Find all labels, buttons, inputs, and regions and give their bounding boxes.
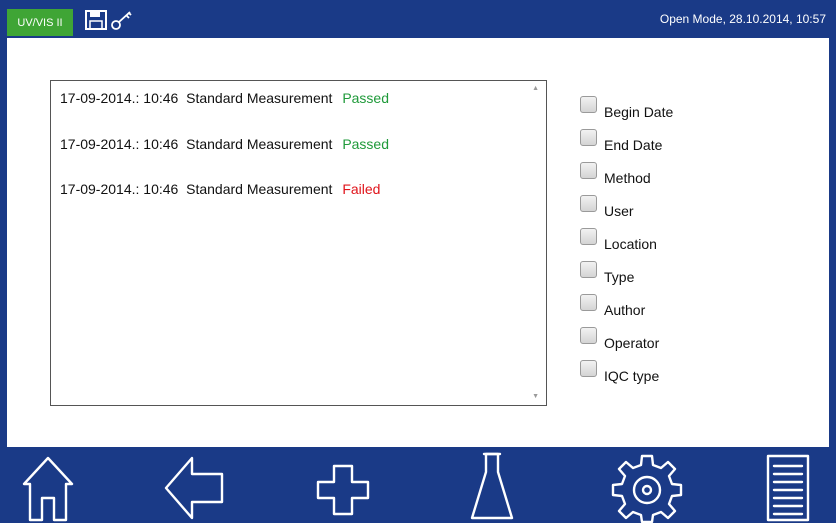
filter-label: End Date (604, 137, 663, 153)
right-border (829, 0, 836, 523)
log-entry-date: 17-09-2014.: 10:46 (60, 90, 179, 106)
filter-label: Author (604, 302, 646, 318)
log-entry-result: Failed (342, 181, 381, 197)
key-icon[interactable] (110, 9, 134, 31)
top-bar: UV/VIS II Open Mode, 28.10.2014, 10:57 (0, 0, 836, 38)
scroll-down-arrow[interactable]: ▼ (532, 393, 539, 400)
left-border (0, 0, 7, 523)
filter-label: IQC type (604, 368, 660, 384)
checkbox[interactable] (580, 293, 597, 311)
log-entry[interactable]: 17-09-2014.: 10:46 Standard Measurement … (60, 90, 389, 106)
app-window: UV/VIS II Open Mode, 28.10.2014, 10:57 1… (0, 0, 836, 524)
log-entry[interactable]: 17-09-2014.: 10:46 Standard Measurement … (60, 181, 380, 197)
filter-label: Type (604, 269, 635, 285)
save-icon[interactable] (84, 9, 108, 31)
checkbox[interactable] (580, 227, 597, 245)
mode-badge[interactable]: UV/VIS II (7, 9, 73, 36)
log-entry-date: 17-09-2014.: 10:46 (60, 181, 179, 197)
log-entry-date: 17-09-2014.: 10:46 (60, 136, 179, 152)
checkbox[interactable] (580, 161, 597, 179)
filter-label: Begin Date (604, 104, 674, 120)
bottom-nav-bar (0, 447, 836, 524)
filter-method[interactable]: Method (580, 161, 651, 186)
checkbox[interactable] (580, 194, 597, 212)
filter-label: Method (604, 170, 651, 186)
status-text: Open Mode, 28.10.2014, 10:57 (659, 12, 826, 26)
log-entry-title: Standard Measurement (186, 181, 333, 197)
log-entry-result: Passed (342, 90, 390, 106)
checkbox[interactable] (580, 260, 597, 278)
filter-label: Operator (604, 335, 660, 351)
filter-user[interactable]: User (580, 194, 634, 219)
flask-icon[interactable] (470, 452, 514, 522)
measurement-log-list[interactable]: 17-09-2014.: 10:46 Standard Measurement … (50, 80, 547, 406)
filter-end-date[interactable]: End Date (580, 128, 663, 153)
log-entry-title: Standard Measurement (186, 136, 333, 152)
filter-location[interactable]: Location (580, 227, 657, 252)
filter-author[interactable]: Author (580, 293, 646, 318)
filter-label: User (604, 203, 634, 219)
checkbox[interactable] (580, 359, 597, 377)
list-menu-icon[interactable] (766, 452, 810, 522)
log-entry-result: Passed (342, 136, 390, 152)
checkbox[interactable] (580, 326, 597, 344)
checkbox[interactable] (580, 95, 597, 113)
filter-operator[interactable]: Operator (580, 326, 660, 351)
home-icon[interactable] (20, 452, 76, 522)
filter-iqc-type[interactable]: IQC type (580, 359, 660, 384)
checkbox[interactable] (580, 128, 597, 146)
log-entry-title: Standard Measurement (186, 90, 333, 106)
log-entry[interactable]: 17-09-2014.: 10:46 Standard Measurement … (60, 136, 389, 152)
scroll-up-arrow[interactable]: ▲ (532, 85, 539, 92)
filter-label: Location (604, 236, 657, 252)
filter-type[interactable]: Type (580, 260, 635, 285)
filter-begin-date[interactable]: Begin Date (580, 95, 674, 120)
back-arrow-icon[interactable] (162, 452, 226, 522)
add-plus-icon[interactable] (314, 452, 374, 522)
settings-gear-icon[interactable] (611, 452, 683, 524)
